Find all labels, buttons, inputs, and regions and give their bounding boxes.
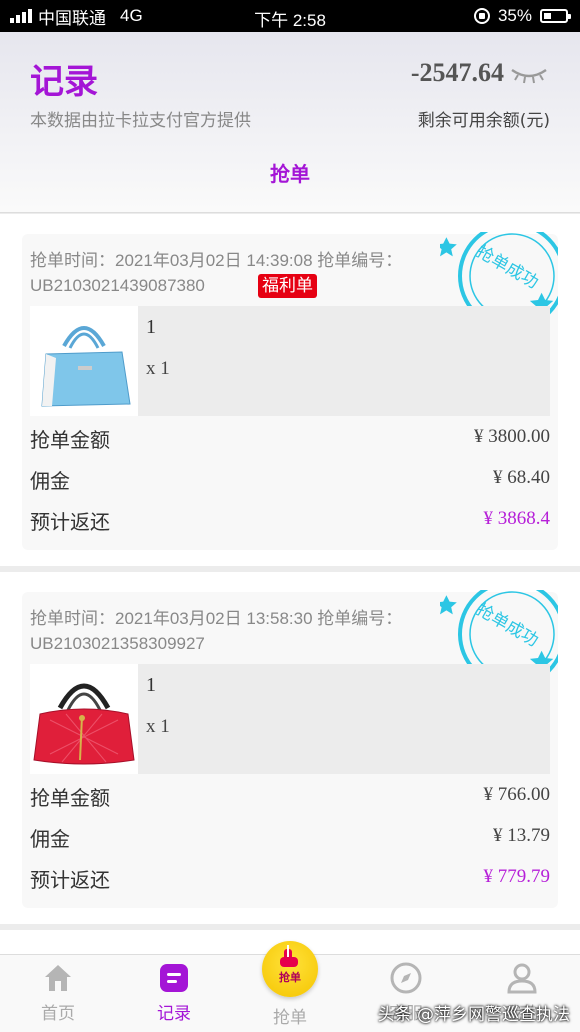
goods-name: 1 [146, 316, 156, 338]
amount-row: 抢单金额 ¥ 3800.00 [30, 424, 550, 454]
amount-label: 抢单金额 [30, 428, 110, 452]
nav-home-label: 首页 [41, 1004, 75, 1024]
order-time: 抢单时间：2021年03月02日 14:39:08 抢单编号： [30, 251, 403, 270]
return-row: 预计返还 ¥ 779.79 [30, 864, 550, 894]
return-value: ¥ 779.79 [483, 866, 551, 887]
order-number: UB2103021439087380 [30, 276, 205, 295]
balance-label: 剩余可用余额(元) [417, 111, 550, 131]
amount-row: 抢单金额 ¥ 766.00 [30, 782, 550, 812]
page-title: 记录 [30, 62, 98, 102]
order-card-container: 抢单时间：2021年03月02日 13:58:30 抢单编号： UB210302… [0, 572, 580, 924]
user-icon [507, 963, 537, 994]
page-subtitle: 本数据由拉卡拉支付官方提供 [30, 111, 251, 131]
nav-records-label: 记录 [157, 1004, 191, 1024]
goods-quantity: x 1 [146, 358, 170, 379]
nav-grab-order[interactable]: 抢单 抢单 [232, 941, 348, 1028]
tab-grab-order[interactable]: 抢单 [0, 158, 580, 187]
commission-value: ¥ 68.40 [493, 467, 550, 488]
battery-icon [540, 9, 571, 23]
status-bar: 中国联通 4G 下午 2:58 35% [0, 0, 580, 32]
order-card[interactable]: 抢单时间：2021年03月02日 14:39:08 抢单编号： UB210302… [22, 232, 558, 550]
compass-icon [390, 962, 422, 994]
return-label: 预计返还 [30, 868, 110, 892]
handbag-thumbnail [30, 664, 138, 774]
balance-value: -2547.64 [410, 58, 504, 87]
amount-label: 抢单金额 [30, 786, 110, 810]
order-card[interactable]: 抢单时间：2021年03月02日 13:58:30 抢单编号： UB210302… [22, 590, 558, 908]
order-card-container: 抢单时间：2021年03月02日 14:39:08 抢单编号： UB210302… [0, 214, 580, 566]
commission-row: 佣金 ¥ 13.79 [30, 823, 550, 853]
goods-quantity: x 1 [146, 716, 170, 737]
amount-value: ¥ 766.00 [483, 784, 551, 805]
commission-label: 佣金 [30, 827, 70, 851]
amount-value: ¥ 3800.00 [474, 426, 550, 447]
commission-value: ¥ 13.79 [493, 825, 550, 846]
home-icon [45, 965, 71, 991]
commission-row: 佣金 ¥ 68.40 [30, 465, 550, 495]
welfare-badge: 福利单 [258, 274, 317, 298]
return-value: ¥ 3868.4 [483, 508, 551, 529]
goods-name: 1 [146, 674, 156, 696]
order-number: UB2103021358309927 [30, 634, 205, 653]
nav-home[interactable]: 首页 [0, 961, 116, 1024]
grab-order-badge-text: 抢单 [279, 971, 301, 984]
commission-label: 佣金 [30, 469, 70, 493]
nav-records[interactable]: 记录 [116, 961, 232, 1024]
page-header: 记录 本数据由拉卡拉支付官方提供 -2547.64 剩余可用余额(元) 抢单 [0, 32, 580, 213]
rotation-lock-icon [473, 8, 490, 24]
battery-percent: 35% [497, 6, 532, 25]
stamp-text: 抢单成功 [473, 600, 542, 651]
return-row: 预计返还 ¥ 3868.4 [30, 506, 550, 536]
eye-closed-icon[interactable] [510, 66, 548, 84]
status-right: 35% [473, 0, 571, 32]
nav-grab-order-label: 抢单 [273, 1008, 307, 1028]
goods-row: 1 x 1 [30, 306, 550, 416]
grab-order-icon: 抢单 [262, 941, 318, 997]
handbag-thumbnail [30, 306, 138, 416]
watermark-text: 头条 @萍乡网警巡查执法 [377, 1005, 570, 1025]
records-icon [160, 964, 188, 992]
goods-row: 1 x 1 [30, 664, 550, 774]
order-time: 抢单时间：2021年03月02日 13:58:30 抢单编号： [30, 609, 403, 628]
stamp-text: 抢单成功 [473, 242, 542, 293]
return-label: 预计返还 [30, 510, 110, 534]
